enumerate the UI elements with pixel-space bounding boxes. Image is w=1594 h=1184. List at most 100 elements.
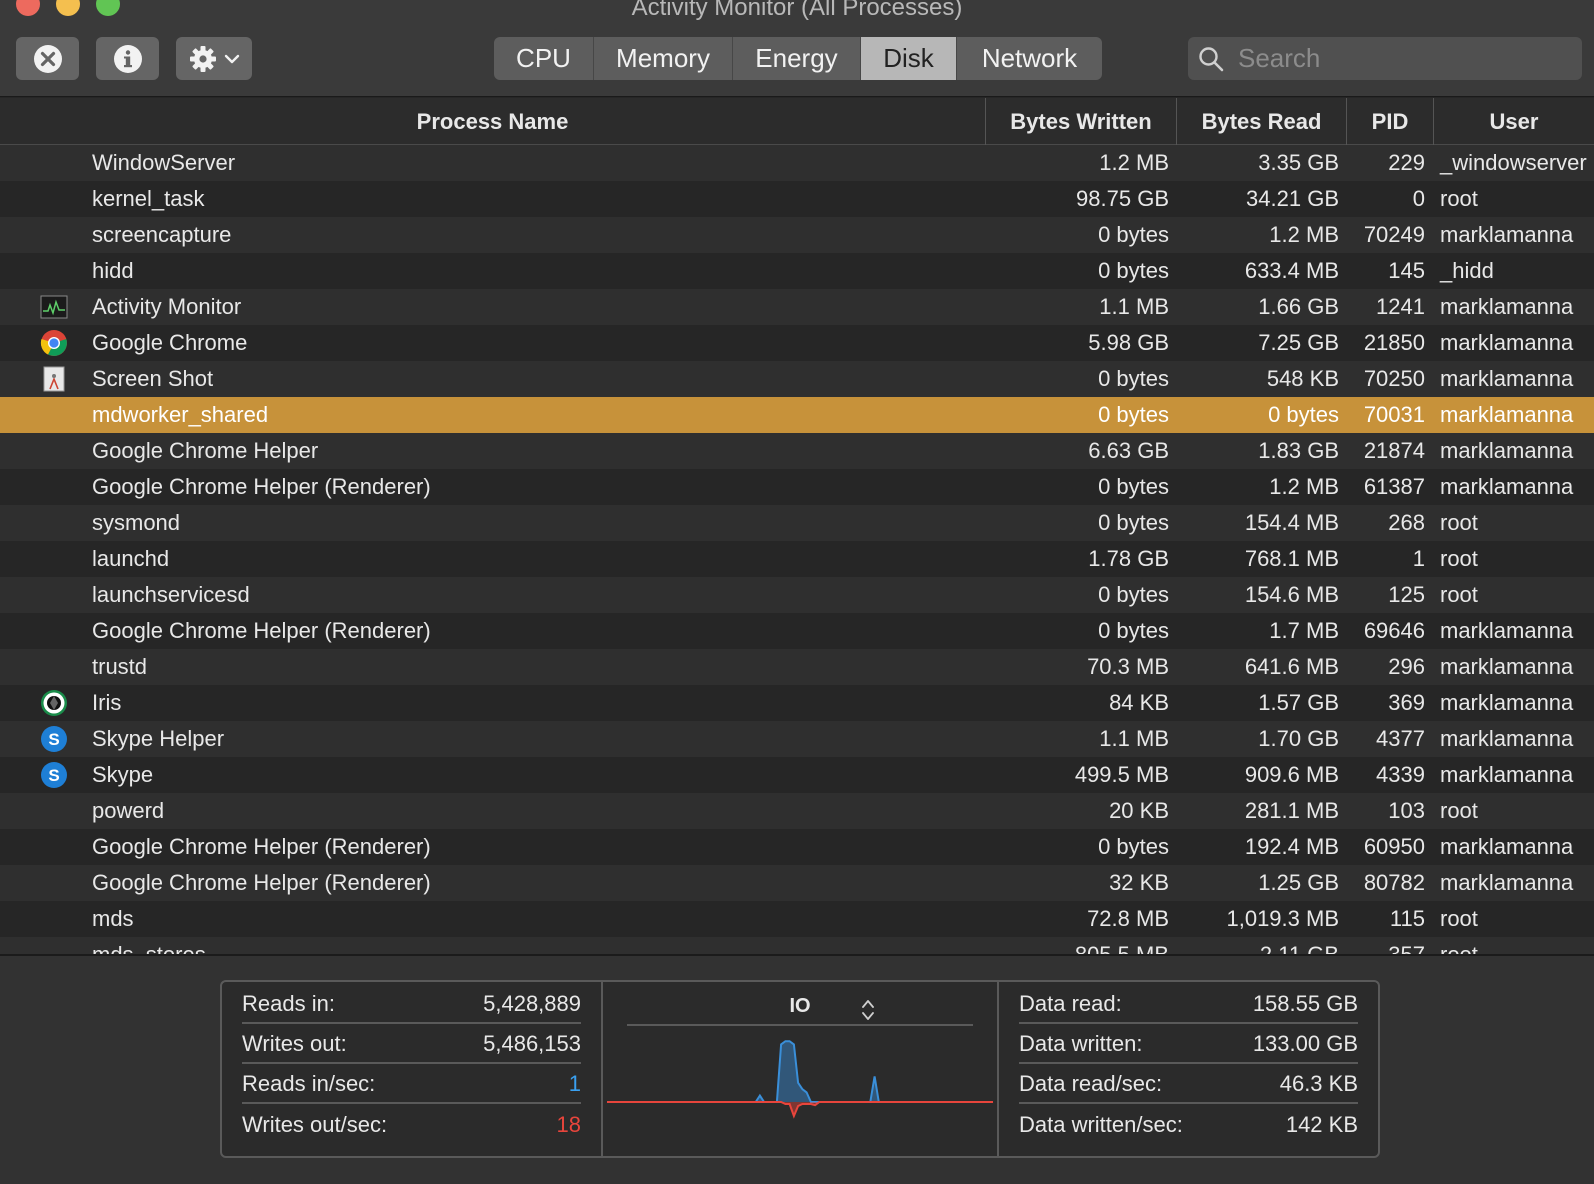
cell-pid: 357 <box>0 937 1425 954</box>
table-row[interactable]: WindowServer 1.2 MB 3.35 GB 229 _windowserve… <box>0 145 1594 181</box>
search-icon <box>1199 46 1224 71</box>
stat-data-read: Data read: 158.55 GB <box>1019 986 1358 1024</box>
cell-pid: 125 <box>1388 582 1425 607</box>
inspect-process-button[interactable] <box>96 37 159 80</box>
stat-label: Writes out/sec: <box>242 1112 388 1137</box>
stat-label: Data read: <box>1019 991 1122 1016</box>
stat-label: Data written: <box>1019 1031 1143 1056</box>
tab-energy[interactable]: Energy <box>733 37 861 80</box>
cell-user: marklamanna <box>1440 474 1574 499</box>
cell-user: _hidd <box>1440 258 1494 283</box>
table-row[interactable]: mdworker_shared 0 bytes 0 bytes 70031 markla… <box>0 397 1594 433</box>
up-down-chevron-icon <box>862 1000 874 1020</box>
cell-user: root <box>1440 937 1478 954</box>
cell-user: marklamanna <box>1440 402 1574 427</box>
io-activity-graph <box>607 1040 993 1119</box>
table-row[interactable]: Google Chrome Helper (Renderer) 32 KB 1.25… <box>0 865 1594 901</box>
io-counts-section: Reads in: 5,428,889 Writes out: 5,486,15… <box>222 982 603 1156</box>
chevron-down-icon <box>224 54 240 63</box>
column-header-user[interactable]: User <box>1433 98 1594 145</box>
cell-user: root <box>1440 798 1478 823</box>
cell-user: marklamanna <box>1440 870 1574 895</box>
process-table[interactable]: WindowServer 1.2 MB 3.35 GB 229 _windowserve… <box>0 145 1594 954</box>
cell-user: marklamanna <box>1440 618 1574 643</box>
disk-stats-panel: Reads in: 5,428,889 Writes out: 5,486,15… <box>0 956 1594 1184</box>
table-row[interactable]: Google Chrome Helper (Renderer) 0 bytes 1.… <box>0 613 1594 649</box>
table-row[interactable]: Google Chrome Helper (Renderer) 0 bytes 19… <box>0 829 1594 865</box>
stat-value: 158.55 GB <box>1252 991 1358 1016</box>
stat-data-written: Data written: 133.00 GB <box>1019 1026 1358 1064</box>
stat-value: 133.00 GB <box>1252 1031 1358 1056</box>
cell-pid: 70031 <box>1363 402 1425 427</box>
tab-disk[interactable]: Disk <box>861 37 957 80</box>
table-row[interactable]: mds_stores805.5 MB2.11 GB357root <box>0 937 1594 954</box>
cell-pid: 4377 <box>1376 726 1425 751</box>
stat-data-read-per-sec: Data read/sec: 46.3 KB <box>1019 1066 1358 1104</box>
cell-user: marklamanna <box>1440 762 1574 787</box>
table-row[interactable]: launchservicesd 0 bytes 154.6 MB 125 root <box>0 577 1594 613</box>
stop-process-button[interactable] <box>16 37 79 80</box>
stat-label: Reads in/sec: <box>242 1071 376 1096</box>
table-row[interactable]: screencapture 0 bytes 1.2 MB 70249 marklaman… <box>0 217 1594 253</box>
cell-pid: 115 <box>1389 906 1425 931</box>
table-row[interactable]: S Skype 499.5 MB 909.6 MB 4339 marklamanna <box>0 757 1594 793</box>
tab-memory[interactable]: Memory <box>594 37 733 80</box>
cell-pid: 60950 <box>1363 834 1425 859</box>
cell-user: marklamanna <box>1440 438 1574 463</box>
table-row[interactable]: Iris 84 KB 1.57 GB 369 marklamanna <box>0 685 1594 721</box>
search-input[interactable] <box>1238 43 1558 74</box>
cell-pid: 21874 <box>1363 438 1425 463</box>
table-row[interactable]: Google Chrome Helper (Renderer) 0 bytes 1.… <box>0 469 1594 505</box>
table-row[interactable]: sysmond 0 bytes 154.4 MB 268 root <box>0 505 1594 541</box>
stat-label: Writes out: <box>242 1031 347 1056</box>
stat-reads-in-per-sec: Reads in/sec: 1 <box>242 1066 581 1104</box>
stat-value: 1 <box>568 1071 581 1096</box>
cell-pid: 369 <box>1388 690 1425 715</box>
cell-user: marklamanna <box>1440 294 1574 319</box>
cell-user: root <box>1440 186 1478 211</box>
cell-user: root <box>1440 510 1478 535</box>
data-totals-section: Data read: 158.55 GB Data written: 133.0… <box>999 982 1378 1156</box>
cell-pid: 0 <box>1412 186 1425 211</box>
table-row[interactable]: S Skype Helper 1.1 MB 1.70 GB 4377 marklamann… <box>0 721 1594 757</box>
table-row[interactable]: hidd 0 bytes 633.4 MB 145 _hidd <box>0 253 1594 289</box>
cell-pid: 80782 <box>1363 870 1425 895</box>
tab-network[interactable]: Network <box>957 37 1102 80</box>
column-header-bytes-read[interactable]: Bytes Read <box>1176 98 1346 145</box>
cell-user: marklamanna <box>1440 366 1574 391</box>
cell-pid: 70249 <box>1363 222 1425 247</box>
table-row[interactable]: kernel_task 98.75 GB 34.21 GB 0 root <box>0 181 1594 217</box>
stat-data-written-per-sec: Data written/sec: 142 KB <box>1019 1106 1358 1144</box>
search-field[interactable] <box>1188 37 1582 80</box>
stop-x-icon <box>33 44 62 73</box>
cell-pid: 69646 <box>1363 618 1425 643</box>
table-row[interactable]: mds 72.8 MB 1,019.3 MB 115 root <box>0 901 1594 937</box>
cell-user: root <box>1440 546 1478 571</box>
tab-cpu[interactable]: CPU <box>494 37 594 80</box>
column-header-bytes-written[interactable]: Bytes Written <box>985 98 1176 145</box>
graph-mode-selector[interactable]: IO <box>627 988 973 1026</box>
table-row[interactable]: powerd 20 KB 281.1 MB 103 root <box>0 793 1594 829</box>
info-icon <box>113 44 142 73</box>
table-row[interactable]: Google Chrome Helper 6.63 GB 1.83 GB 21874 m… <box>0 433 1594 469</box>
cell-pid: 1241 <box>1376 294 1425 319</box>
table-row[interactable]: launchd 1.78 GB 768.1 MB 1 root <box>0 541 1594 577</box>
cell-user: marklamanna <box>1440 654 1574 679</box>
table-row[interactable]: Screen Shot 0 bytes 548 KB 70250 marklamanna <box>0 361 1594 397</box>
action-menu-button[interactable] <box>176 37 252 80</box>
stat-label: Reads in: <box>242 991 335 1016</box>
stat-value: 46.3 KB <box>1279 1071 1358 1096</box>
table-row[interactable]: trustd 70.3 MB 641.6 MB 296 marklamanna <box>0 649 1594 685</box>
cell-pid: 21850 <box>1363 330 1425 355</box>
stat-value: 5,486,153 <box>483 1031 581 1056</box>
table-row[interactable]: Google Chrome 5.98 GB 7.25 GB 21850 marklama… <box>0 325 1594 361</box>
cell-pid: 229 <box>1388 150 1425 175</box>
table-row[interactable]: Activity Monitor 1.1 MB 1.66 GB 1241 marklam… <box>0 289 1594 325</box>
column-header-process-name[interactable]: Process Name <box>0 98 985 145</box>
stat-writes-out-per-sec: Writes out/sec: 18 <box>242 1106 581 1144</box>
cell-pid: 4339 <box>1376 762 1425 787</box>
cell-user: _windowserver <box>1440 150 1587 175</box>
stat-label: Data read/sec: <box>1019 1071 1163 1096</box>
window-title: Activity Monitor (All Processes) <box>631 0 963 21</box>
column-header-pid[interactable]: PID <box>1346 98 1433 145</box>
